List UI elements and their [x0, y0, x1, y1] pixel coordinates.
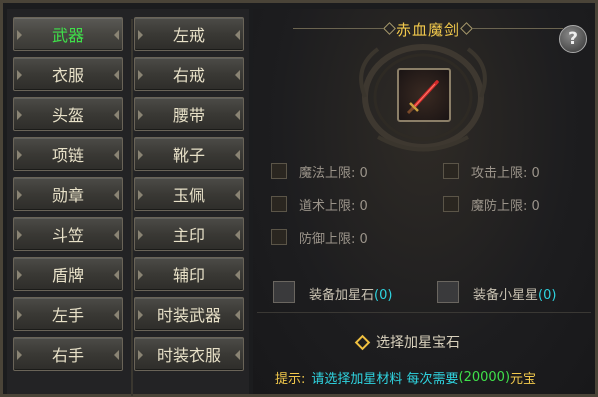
red-sword-icon [406, 80, 439, 115]
item-slot[interactable] [397, 68, 451, 122]
star-stone-label: 装备加星石(0) [309, 284, 392, 303]
stat-attack-cap: 攻击上限: 0 [443, 161, 540, 181]
forge-window: 武器 衣服 头盔 项链 勋章 斗笠 盾牌 左手 右手 左戒 右戒 腰带 靴子 玉… [0, 0, 598, 397]
small-star-slot[interactable] [437, 281, 459, 303]
choose-gem-button[interactable]: 选择加星宝石 [354, 331, 460, 353]
slot-aux-seal-button[interactable]: 辅印 [134, 257, 244, 291]
stat-def-cap-label: 防御上限: 0 [299, 231, 368, 247]
stat-magic-def-cap: 魔防上限: 0 [443, 194, 540, 214]
title-line-right [473, 28, 563, 29]
slot-belt-button[interactable]: 腰带 [134, 97, 244, 131]
slot-helmet-button[interactable]: 头盔 [13, 97, 123, 131]
slot-main-seal-button[interactable]: 主印 [134, 217, 244, 251]
hint-prefix: 提示: [275, 372, 306, 387]
hint-text: 请选择加星材料 每次需要 [311, 372, 459, 387]
stat-magic-def-cap-checkbox[interactable] [443, 196, 459, 212]
star-stone-text: 装备加星石 [309, 288, 375, 303]
equipment-slot-panel: 武器 衣服 头盔 项链 勋章 斗笠 盾牌 左手 右手 左戒 右戒 腰带 靴子 玉… [7, 9, 249, 396]
column-divider [131, 19, 133, 396]
slot-necklace-button[interactable]: 项链 [13, 137, 123, 171]
stat-magic-def-cap-label: 魔防上限: 0 [471, 198, 540, 214]
stat-attack-cap-label: 攻击上限: 0 [471, 165, 540, 181]
slot-jade-button[interactable]: 玉佩 [134, 177, 244, 211]
small-star-count: (0) [538, 288, 557, 303]
star-stone-slot[interactable] [273, 281, 295, 303]
slot-shield-button[interactable]: 盾牌 [13, 257, 123, 291]
hint-currency: 元宝 [510, 372, 537, 387]
slot-boots-button[interactable]: 靴子 [134, 137, 244, 171]
small-star-text: 装备小星星 [473, 288, 539, 303]
stat-def-cap: 防御上限: 0 [271, 227, 368, 247]
choose-gem-label: 选择加星宝石 [376, 335, 460, 351]
slot-weapon-button[interactable]: 武器 [13, 17, 123, 51]
slot-clothes-button[interactable]: 衣服 [13, 57, 123, 91]
slot-left-ring-button[interactable]: 左戒 [134, 17, 244, 51]
help-button[interactable]: ? [559, 25, 587, 53]
stat-magic-cap: 魔法上限: 0 [271, 161, 368, 181]
slot-left-hand-button[interactable]: 左手 [13, 297, 123, 331]
hint-amount: (20000) [458, 370, 511, 385]
star-stone-count: (0) [374, 288, 393, 303]
slot-fashion-weapon-button[interactable]: 时装武器 [134, 297, 244, 331]
stat-tao-cap: 道术上限: 0 [271, 194, 368, 214]
slot-medal-button[interactable]: 勋章 [13, 177, 123, 211]
section-divider [257, 312, 591, 313]
stat-tao-cap-checkbox[interactable] [271, 196, 287, 212]
stat-magic-cap-checkbox[interactable] [271, 163, 287, 179]
title-diamond-left-icon [383, 22, 396, 35]
stat-tao-cap-label: 道术上限: 0 [299, 198, 368, 214]
title-line-left [293, 28, 383, 29]
upgrade-panel: 赤血魔剑 ? 魔法上限: 0 攻击上限: 0 道术上限: 0 魔防上限: 0 防… [253, 9, 595, 394]
title-diamond-right-icon [460, 22, 473, 35]
slot-right-hand-button[interactable]: 右手 [13, 337, 123, 371]
slot-right-ring-button[interactable]: 右戒 [134, 57, 244, 91]
hint-line: 提示: 请选择加星材料 每次需要 (20000) 元宝 [275, 368, 536, 387]
gold-diamond-icon [354, 334, 371, 350]
slot-fashion-clothes-button[interactable]: 时装衣服 [134, 337, 244, 371]
slot-hat-button[interactable]: 斗笠 [13, 217, 123, 251]
stat-magic-cap-label: 魔法上限: 0 [299, 165, 368, 181]
stat-def-cap-checkbox[interactable] [271, 229, 287, 245]
stat-attack-cap-checkbox[interactable] [443, 163, 459, 179]
small-star-label: 装备小星星(0) [473, 284, 556, 303]
